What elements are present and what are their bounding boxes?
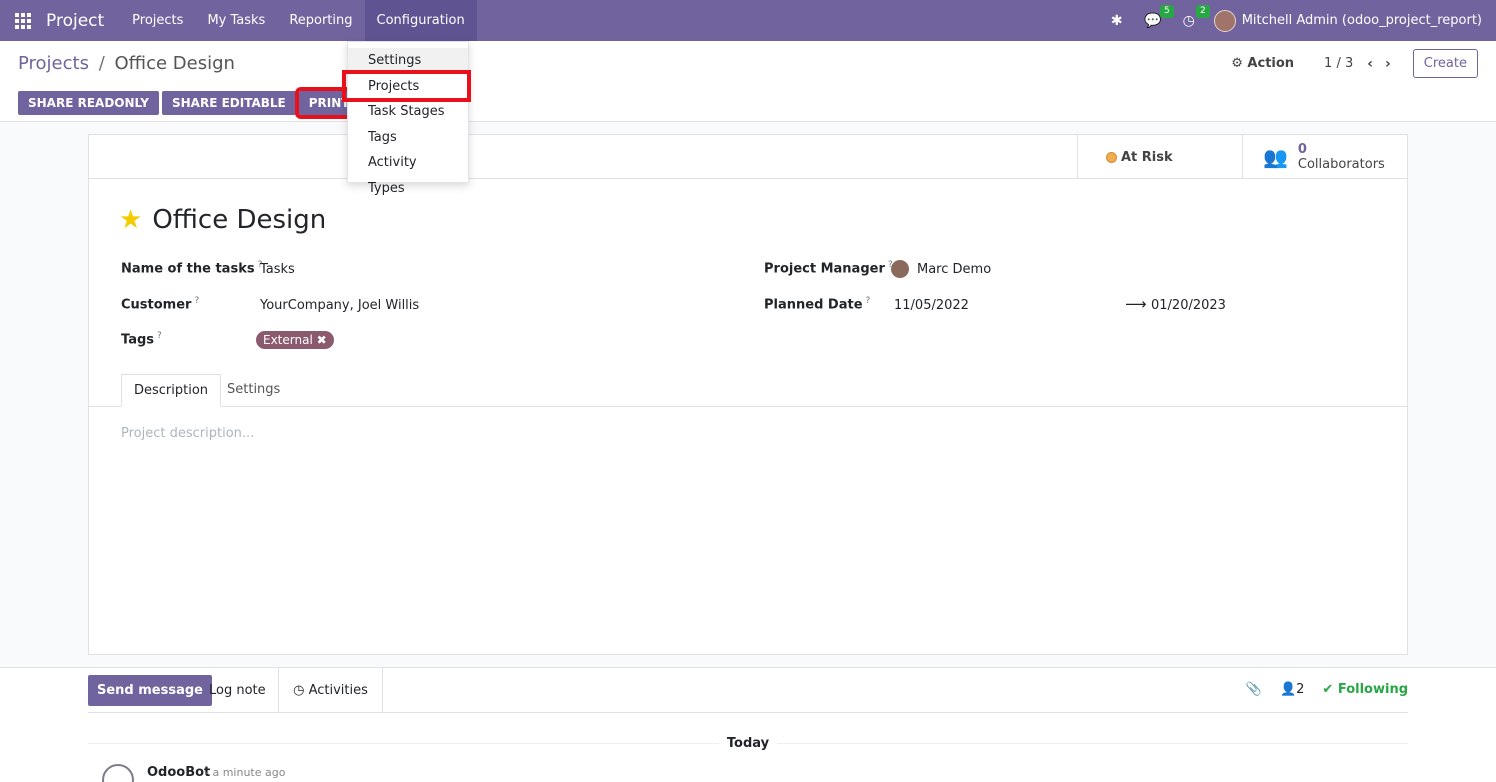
help-mark[interactable]: ? — [194, 296, 199, 306]
message-time: - a minute ago — [205, 766, 286, 779]
menu-my-tasks[interactable]: My Tasks — [195, 0, 277, 41]
tab-settings[interactable]: Settings — [215, 374, 292, 407]
status-label: At Risk — [1121, 149, 1173, 165]
menu-configuration[interactable]: Configuration — [364, 0, 477, 41]
chatter-right: 📎 👤2 ✔ Following — [1246, 682, 1408, 697]
top-navbar: Project Projects My Tasks Reporting Conf… — [0, 0, 1496, 41]
pager-value[interactable]: 1 / 3 — [1324, 56, 1353, 71]
users-icon: 👥 — [1263, 145, 1288, 169]
planned-start-field[interactable]: 11/05/2022 — [894, 298, 969, 313]
today-label: Today — [0, 736, 1496, 751]
activities-button[interactable]: ◷ Activities — [278, 668, 383, 713]
collaborators-button[interactable]: 👥 0 Collaborators — [1242, 135, 1408, 179]
control-panel: Projects / Office Design ⚙ Action 1 / 3 … — [0, 41, 1496, 122]
create-button[interactable]: Create — [1412, 49, 1478, 78]
customer-field[interactable]: YourCompany, Joel Willis — [260, 298, 419, 313]
manager-label: Project Manager? — [764, 260, 893, 277]
log-note-button[interactable]: Log note — [209, 683, 266, 698]
project-name[interactable]: Office Design — [152, 205, 326, 235]
manager-avatar — [891, 260, 909, 278]
share-readonly-button[interactable]: SHARE READONLY — [18, 91, 159, 115]
planned-date-label: Planned Date? — [764, 296, 871, 313]
pager-next-icon[interactable]: › — [1385, 56, 1391, 72]
button-box: At Risk 👥 0 Collaborators — [89, 135, 1407, 179]
menu-projects[interactable]: Projects — [120, 0, 195, 41]
remove-tag-icon[interactable]: ✖ — [317, 333, 327, 347]
tab-description[interactable]: Description — [121, 374, 222, 407]
messages-badge: 5 — [1159, 4, 1174, 18]
header-buttons: SHARE READONLY SHARE EDITABLE PRINT — [18, 87, 364, 119]
menu-reporting[interactable]: Reporting — [277, 0, 364, 41]
message-author: OdooBot — [147, 765, 211, 780]
followers-button[interactable]: 👤2 — [1280, 682, 1304, 697]
dropdown-item-task-stages[interactable]: Task Stages — [348, 99, 468, 125]
status-button[interactable]: At Risk — [1077, 135, 1242, 179]
description-field[interactable]: Project description... — [121, 426, 254, 441]
form-sheet: At Risk 👥 0 Collaborators ★ Office Desig… — [88, 134, 1408, 655]
tasks-label: Name of the tasks? — [121, 260, 263, 277]
help-mark[interactable]: ? — [157, 331, 162, 341]
breadcrumb-projects[interactable]: Projects — [18, 53, 89, 74]
customer-label: Customer? — [121, 296, 200, 313]
manager-field[interactable]: Marc Demo — [917, 262, 991, 277]
status-dot-icon — [1106, 151, 1117, 163]
user-icon: 👤 — [1279, 682, 1297, 697]
paperclip-icon[interactable]: 📎 — [1246, 682, 1262, 697]
tags-label: Tags? — [121, 331, 162, 348]
app-name[interactable]: Project — [46, 11, 104, 31]
breadcrumb: Projects / Office Design — [18, 53, 235, 74]
collaborators-label: Collaborators — [1297, 157, 1385, 172]
dropdown-item-activity-types[interactable]: Activity Types — [348, 150, 468, 196]
bug-icon[interactable]: ✱ — [1106, 13, 1128, 29]
clock-icon: ◷ — [293, 683, 309, 698]
messages-icon[interactable]: 💬 5 — [1142, 4, 1174, 29]
chatter: Send message Log note ◷ Activities 📎 👤2 … — [0, 667, 1496, 782]
collaborators-count: 0 — [1297, 142, 1307, 157]
user-menu[interactable]: Mitchell Admin (odoo_project_report) — [1213, 9, 1482, 32]
activities-clock-icon[interactable]: ◷ 2 — [1178, 4, 1210, 29]
apps-menu-icon[interactable] — [0, 0, 46, 41]
share-editable-button[interactable]: SHARE EDITABLE — [161, 91, 296, 115]
breadcrumb-separator: / — [98, 53, 105, 74]
user-name: Mitchell Admin (odoo_project_report) — [1241, 13, 1482, 28]
planned-end-field[interactable]: 01/20/2023 — [1151, 298, 1226, 313]
project-title: ★ Office Design — [119, 205, 326, 235]
action-label: Action — [1247, 56, 1295, 71]
user-avatar — [1213, 9, 1236, 32]
pager-prev-icon[interactable]: ‹ — [1367, 56, 1373, 72]
following-button[interactable]: ✔ Following — [1322, 682, 1408, 697]
breadcrumb-current: Office Design — [114, 53, 235, 74]
configuration-dropdown: Settings Projects Task Stages Tags Activ… — [347, 41, 469, 196]
help-mark[interactable]: ? — [866, 296, 871, 306]
send-message-button[interactable]: Send message — [88, 675, 212, 706]
chatter-topbar: Send message Log note ◷ Activities 📎 👤2 … — [88, 668, 1408, 713]
tag-external[interactable]: External ✖ — [256, 331, 334, 349]
check-icon: ✔ — [1322, 682, 1338, 697]
action-button[interactable]: ⚙ Action — [1231, 56, 1294, 71]
highlight-box — [342, 70, 471, 102]
odoobot-avatar — [102, 764, 134, 782]
dropdown-item-tags[interactable]: Tags — [348, 125, 468, 151]
arrow-right-icon: ⟶ — [1125, 295, 1147, 313]
tasks-field[interactable]: Tasks — [260, 262, 295, 277]
notebook-tabs: Description Settings — [89, 374, 1407, 407]
activities-badge: 2 — [1195, 4, 1210, 18]
favorite-star-icon[interactable]: ★ — [119, 205, 142, 235]
